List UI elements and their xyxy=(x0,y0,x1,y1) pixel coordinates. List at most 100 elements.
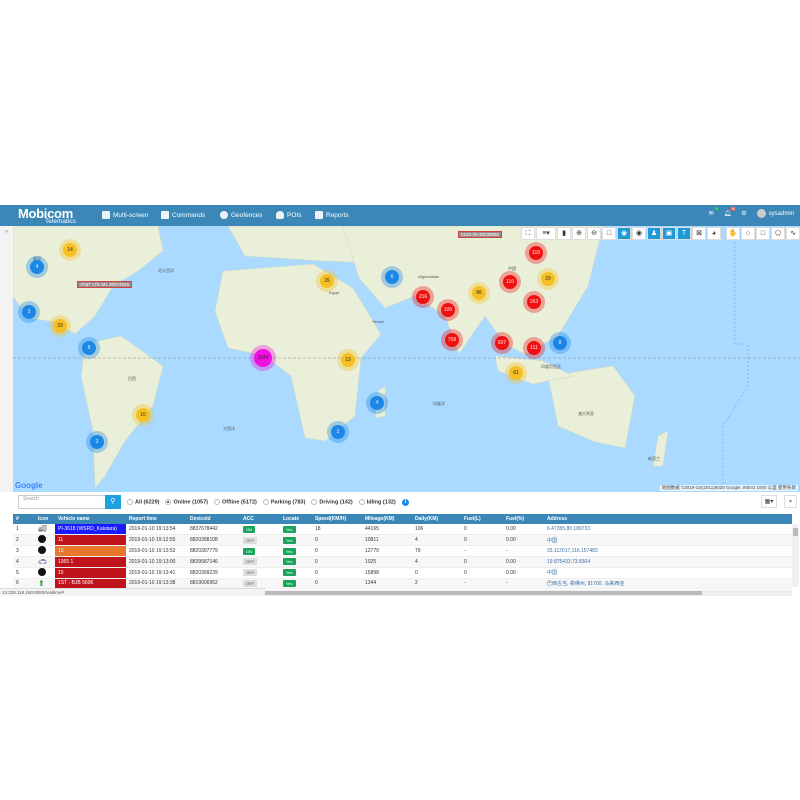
nav-pois[interactable]: POIs xyxy=(276,211,301,219)
cluster-marker[interactable]: 2 xyxy=(327,421,349,443)
vehicle-name[interactable]: 13 xyxy=(55,545,126,557)
cluster-marker[interactable]: 3 xyxy=(18,301,40,323)
radio-selected[interactable] xyxy=(165,499,172,506)
vehicle-name[interactable]: 15 xyxy=(55,567,126,579)
cluster-marker[interactable]: 3244 xyxy=(250,345,276,371)
table-row[interactable]: 6 ⬆ 1ST - BJB 5606 2019-01-10 19:13:38 88190… xyxy=(13,578,792,589)
polygon-icon[interactable]: ⬠ xyxy=(771,227,785,240)
column-header[interactable]: Mileage(KM) xyxy=(362,514,412,524)
vertical-scrollbar[interactable] xyxy=(792,524,799,587)
traffic-icon[interactable]: ▮ xyxy=(557,227,571,240)
column-header[interactable]: DeviceId xyxy=(187,514,240,524)
vehicle-name[interactable]: PI-3618 (WSRD_Kalutara) xyxy=(55,524,126,535)
rectangle-icon[interactable]: □ xyxy=(756,227,770,240)
hand-icon[interactable]: ✋ xyxy=(726,227,740,240)
cluster-marker[interactable]: 14 xyxy=(59,239,81,261)
cluster-marker[interactable]: 29 xyxy=(537,268,559,290)
layers-icon[interactable]: ≡▾ xyxy=(536,227,556,240)
table-row[interactable]: 5 15 2019-01-10 19:13:41 8820399239 OFF Yes 0 1… xyxy=(13,567,792,579)
address-link[interactable]: 33.112017,116.157483 xyxy=(544,545,792,557)
globe-icon[interactable]: ◕ xyxy=(707,227,721,240)
cluster-marker[interactable]: 61 xyxy=(505,362,527,384)
table-row[interactable]: 2 11 2019-01-10 19:12:55 8820398108 OFF Yes 0 1… xyxy=(13,534,792,546)
nav-geofences[interactable]: Geofences xyxy=(220,211,262,219)
column-header[interactable]: Address xyxy=(544,514,792,524)
nav-reports[interactable]: Reports xyxy=(315,211,349,219)
search-button[interactable]: ⚲ xyxy=(105,495,121,509)
radio[interactable] xyxy=(262,499,269,506)
column-header[interactable]: Fuel(L) xyxy=(461,514,503,524)
zoom-out-icon[interactable]: ⊖ xyxy=(587,227,601,240)
share-icon[interactable]: ⚙ xyxy=(741,210,746,217)
radio[interactable] xyxy=(358,499,365,506)
vehicle-tag[interactable]: AT&T LTE M1 30074526 xyxy=(77,281,133,288)
vehicle-tag[interactable]: 0102-30-30038956 xyxy=(458,231,503,238)
filter-offline[interactable]: Offline (5172) xyxy=(214,499,257,506)
column-header[interactable]: Daily(KM) xyxy=(412,514,461,524)
table-row[interactable]: 1 🚚︎ PI-3618 (WSRD_Kalutara) 2019-01-10 19:… xyxy=(13,524,792,535)
columns-button[interactable]: ▦▾ xyxy=(761,495,777,508)
column-header[interactable]: ACC xyxy=(240,514,280,524)
user-menu[interactable]: sysadmin xyxy=(756,209,794,218)
filter-idling[interactable]: Idling (132) xyxy=(358,499,396,506)
cluster-marker[interactable]: 758 xyxy=(441,329,463,351)
cluster-marker[interactable]: 4 xyxy=(26,256,48,278)
bell-icon[interactable]: 🔔︎ 36 xyxy=(724,207,737,217)
nav-multi-screen[interactable]: Multi-screen xyxy=(102,211,148,219)
square-icon[interactable]: □ xyxy=(602,227,616,240)
mail-icon[interactable]: ✉ 0 xyxy=(709,207,719,217)
filter-driving[interactable]: Driving (142) xyxy=(311,499,353,506)
vehicle-name[interactable]: 1ST - BJB 5606 xyxy=(55,578,126,589)
horizontal-scrollbar[interactable] xyxy=(265,590,792,596)
sidebar-toggle[interactable]: » xyxy=(0,226,13,492)
cluster-marker[interactable]: 8 xyxy=(549,332,571,354)
polyline-icon[interactable]: ∿ xyxy=(786,227,800,240)
address-link[interactable]: 6.47355,80.189733 xyxy=(544,524,792,535)
vehicle-name[interactable]: 1365 1 xyxy=(55,556,126,568)
nav-commands[interactable]: Commands xyxy=(161,211,205,219)
cluster-marker[interactable]: 100 xyxy=(437,299,459,321)
column-header[interactable]: Locate xyxy=(280,514,312,524)
cluster-marker[interactable]: 110 xyxy=(499,271,521,293)
address-link[interactable]: 中国 xyxy=(544,534,792,546)
text-icon[interactable]: T xyxy=(677,227,691,240)
collapse-button[interactable]: ▾ xyxy=(784,495,797,508)
address-link[interactable]: 19.875433,73.8304 xyxy=(544,556,792,568)
address-link[interactable]: 巴西古当, 柔佛州, 81700, 马来西亚 xyxy=(544,578,792,589)
radio[interactable] xyxy=(127,499,133,506)
column-header[interactable]: Fuel(%) xyxy=(503,514,544,524)
radio[interactable] xyxy=(311,499,318,506)
filter-parking[interactable]: Parking (783) xyxy=(262,499,305,506)
cluster-toggle-icon[interactable]: ◉ xyxy=(617,227,631,240)
filter-online[interactable]: Online (1057) xyxy=(165,499,208,506)
search-input[interactable]: Search xyxy=(18,495,106,509)
logo[interactable]: Mobicom Telematics xyxy=(18,206,98,226)
info-icon[interactable]: i xyxy=(401,499,409,506)
cluster-marker[interactable]: 33 xyxy=(49,315,71,337)
column-header[interactable]: # xyxy=(13,514,35,524)
column-header[interactable]: Vehicle name xyxy=(55,514,126,524)
fullscreen-icon[interactable]: ⛶ xyxy=(521,227,535,240)
address-link[interactable]: 中国 xyxy=(544,567,792,579)
cluster-marker[interactable]: 4 xyxy=(366,392,388,414)
record-icon[interactable]: ◉ xyxy=(632,227,646,240)
filter-all[interactable]: All (6229) xyxy=(127,499,159,506)
cluster-marker[interactable]: 6 xyxy=(381,266,403,288)
cluster-marker[interactable]: 13 xyxy=(337,349,359,371)
cluster-marker[interactable]: 111 xyxy=(523,337,545,359)
cluster-marker[interactable]: 8 xyxy=(78,337,100,359)
poi-icon[interactable]: ♟ xyxy=(647,227,661,240)
cluster-marker[interactable]: 10 xyxy=(132,404,154,426)
map[interactable]: 北大西洋 大西洋 印度洋 美国 巴西 Egypt Afghanistan 中国 … xyxy=(13,226,800,492)
radio[interactable] xyxy=(214,499,221,506)
cluster-marker[interactable]: 86 xyxy=(468,282,490,304)
map-frame-icon[interactable]: ⊠ xyxy=(692,227,706,240)
zoom-in-icon[interactable]: ⊕ xyxy=(572,227,586,240)
cluster-marker[interactable]: 507 xyxy=(491,332,513,354)
column-header[interactable]: Speed(KM/H) xyxy=(312,514,362,524)
table-row[interactable]: 3 13 2019-01-10 19:13:52 8820397779 ON Yes 0 12… xyxy=(13,545,792,557)
cluster-marker[interactable]: 263 xyxy=(523,291,545,313)
vehicle-name[interactable]: 11 xyxy=(55,534,126,546)
column-header[interactable]: Icon xyxy=(35,514,55,524)
image-icon[interactable]: ▣ xyxy=(662,227,676,240)
